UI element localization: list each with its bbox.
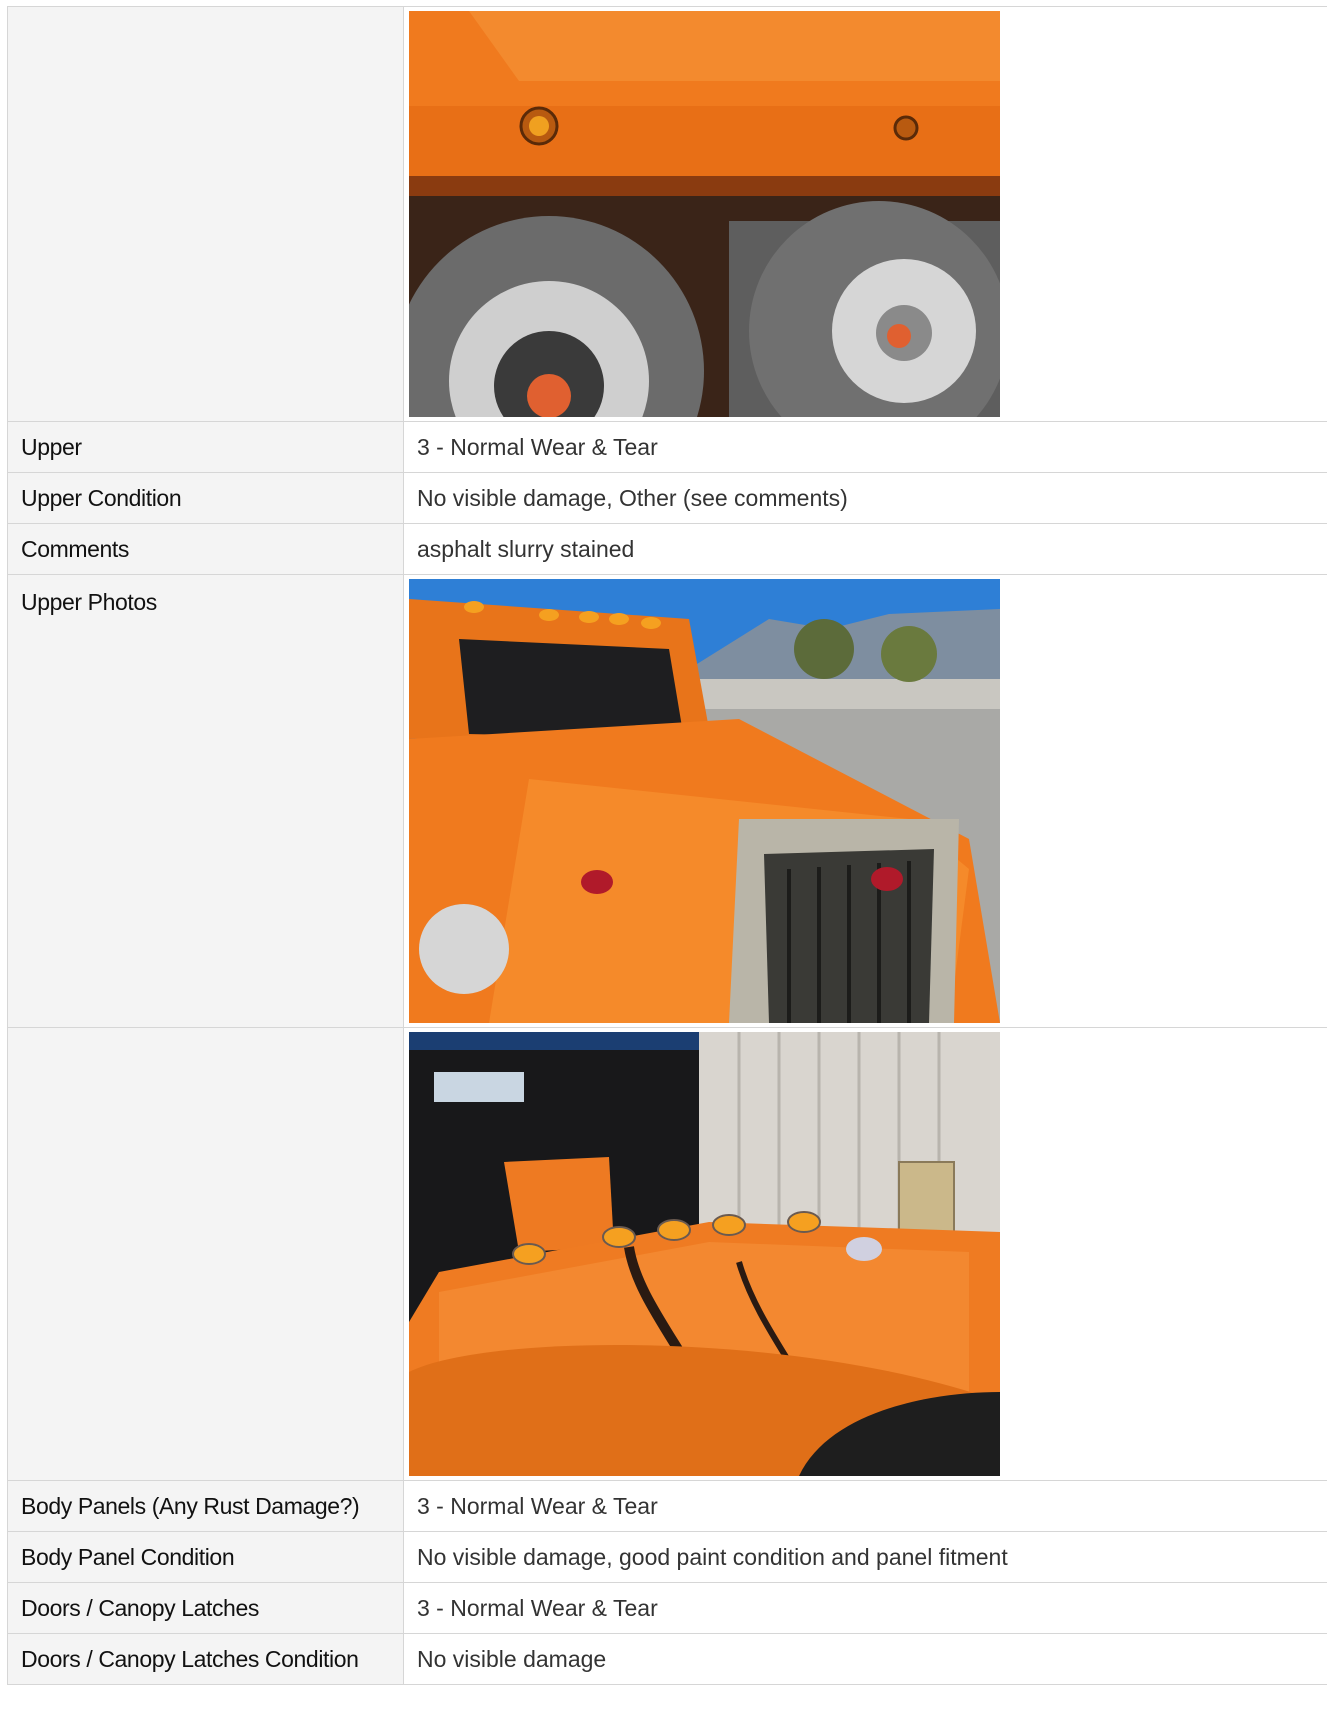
row-label: Body Panel Condition bbox=[8, 1532, 404, 1582]
row-label: Upper bbox=[8, 422, 404, 472]
row-value: No visible damage, Other (see comments) bbox=[404, 473, 1327, 523]
table-row bbox=[7, 1028, 1327, 1481]
row-label: Doors / Canopy Latches bbox=[8, 1583, 404, 1633]
table-row: Body Panels (Any Rust Damage?) 3 - Norma… bbox=[7, 1481, 1327, 1532]
row-label: Body Panels (Any Rust Damage?) bbox=[8, 1481, 404, 1531]
table-row: Body Panel Condition No visible damage, … bbox=[7, 1532, 1327, 1583]
row-value bbox=[404, 575, 1327, 1027]
row-value bbox=[404, 7, 1327, 421]
table-row: Comments asphalt slurry stained bbox=[7, 524, 1327, 575]
row-label: Comments bbox=[8, 524, 404, 574]
table-row: Upper 3 - Normal Wear & Tear bbox=[7, 422, 1327, 473]
truck-cab-front-photo[interactable] bbox=[409, 579, 1000, 1023]
row-value: 3 - Normal Wear & Tear bbox=[404, 1583, 1327, 1633]
row-value: No visible damage, good paint condition … bbox=[404, 1532, 1327, 1582]
table-row: Doors / Canopy Latches 3 - Normal Wear &… bbox=[7, 1583, 1327, 1634]
row-label bbox=[8, 1028, 404, 1480]
row-value: asphalt slurry stained bbox=[404, 524, 1327, 574]
row-label: Upper Condition bbox=[8, 473, 404, 523]
inspection-table: Upper 3 - Normal Wear & Tear Upper Condi… bbox=[7, 6, 1327, 1685]
row-value: 3 - Normal Wear & Tear bbox=[404, 1481, 1327, 1531]
table-row: Upper Condition No visible damage, Other… bbox=[7, 473, 1327, 524]
row-label: Upper Photos bbox=[8, 575, 404, 1027]
table-row: Doors / Canopy Latches Condition No visi… bbox=[7, 1634, 1327, 1685]
row-value bbox=[404, 1028, 1327, 1480]
row-value: 3 - Normal Wear & Tear bbox=[404, 422, 1327, 472]
table-row bbox=[7, 7, 1327, 422]
row-label bbox=[8, 7, 404, 421]
cab-roof-photo[interactable] bbox=[409, 1032, 1000, 1476]
row-label: Doors / Canopy Latches Condition bbox=[8, 1634, 404, 1684]
row-value: No visible damage bbox=[404, 1634, 1327, 1684]
table-row: Upper Photos bbox=[7, 575, 1327, 1028]
rear-tires-photo[interactable] bbox=[409, 11, 1000, 417]
